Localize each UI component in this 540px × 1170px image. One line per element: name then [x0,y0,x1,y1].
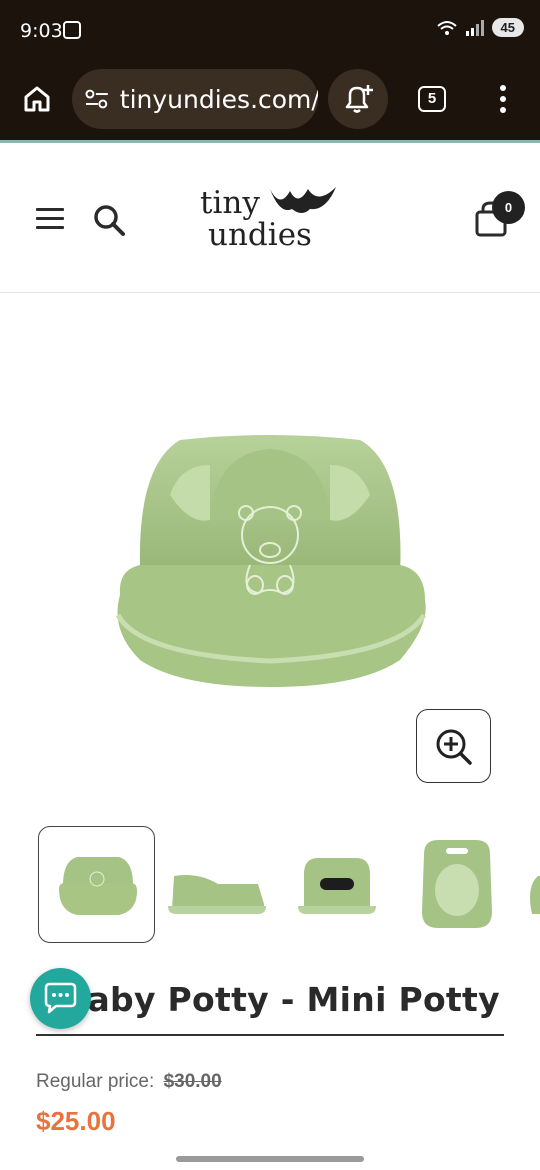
notify-button[interactable] [328,69,388,129]
regular-price: $30.00 [163,1071,222,1092]
thumbnail-angle[interactable] [518,826,540,943]
svg-text:undies: undies [208,217,312,253]
thumbnail-front[interactable] [38,826,155,943]
search-icon[interactable] [92,203,126,237]
status-time: 9:03 [20,20,63,42]
thumbnail-top[interactable] [398,826,515,943]
site-header: tiny undies 0 [0,143,540,293]
bell-plus-icon [345,85,373,113]
zoom-in-icon [436,729,472,765]
thumbnail-side[interactable] [158,826,275,943]
regular-price-label: Regular price: [36,1071,155,1092]
cart-count-badge: 0 [492,191,525,224]
url-text: tinyundies.com/ [119,84,318,114]
title-divider [36,1034,504,1036]
more-vert-icon[interactable] [498,84,508,114]
address-bar[interactable]: tinyundies.com/ [72,69,318,129]
chat-button[interactable] [30,968,91,1029]
svg-text:tiny: tiny [200,185,260,221]
battery-indicator: 45 [491,18,524,37]
sale-price: $25.00 [36,1106,116,1136]
gesture-bar[interactable] [176,1156,364,1162]
thumbnail-back[interactable] [278,826,395,943]
tune-icon[interactable] [84,88,110,110]
status-bar: 9:03 45 [0,0,540,64]
zoom-button[interactable] [416,709,491,783]
thumbnail-strip [0,826,540,944]
home-icon[interactable] [22,84,52,114]
site-logo[interactable]: tiny undies [198,181,343,253]
status-icons: 45 [436,18,524,37]
chat-icon [44,982,77,1014]
regular-price-row: Regular price: $30.00 [36,1071,222,1093]
browser-toolbar: tinyundies.com/ 5 [0,64,540,140]
wifi-icon [436,20,457,35]
signal-icon [465,19,484,36]
screen-record-icon [63,21,81,39]
product-title: Baby Potty - Mini Potty [62,980,500,1019]
menu-icon[interactable] [36,208,64,230]
product-main-image[interactable] [100,425,440,705]
tab-switcher-button[interactable]: 5 [418,86,446,112]
